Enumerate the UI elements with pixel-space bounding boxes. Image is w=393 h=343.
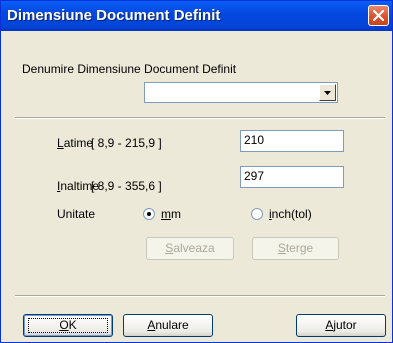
width-range: [ 8,9 - 215,9 ] — [91, 136, 162, 150]
height-input[interactable]: 297 — [240, 166, 344, 188]
close-button[interactable] — [368, 5, 389, 26]
window-title: Dimensiune Document Definit — [7, 7, 221, 24]
dialog-window: Dimensiune Document Definit Denumire Dim… — [0, 0, 393, 343]
save-button[interactable]: Salveaza — [146, 237, 234, 260]
width-label: Latime — [57, 136, 94, 150]
inch-label[interactable]: inch(tol) — [269, 207, 312, 221]
dialog-content: Denumire Dimensiune Document Definit Lat… — [1, 31, 392, 342]
close-icon — [373, 10, 384, 21]
inch-radio[interactable] — [251, 208, 263, 220]
name-combobox[interactable] — [144, 82, 338, 103]
mm-radio[interactable] — [143, 208, 155, 220]
mm-label[interactable]: mm — [161, 207, 181, 221]
bottom-separator — [15, 295, 385, 297]
unit-label: Unitate — [57, 207, 96, 221]
width-input[interactable]: 210 — [240, 130, 344, 152]
radio-selected-dot — [147, 212, 151, 216]
height-range: [ 8,9 - 355,6 ] — [91, 179, 162, 193]
help-button[interactable]: Ajutor — [296, 314, 386, 337]
title-bar[interactable]: Dimensiune Document Definit — [1, 1, 392, 31]
name-label: Denumire Dimensiune Document Definit — [22, 62, 237, 76]
focus-rectangle — [28, 318, 108, 333]
chevron-down-icon — [324, 91, 331, 95]
ok-button[interactable]: OK — [23, 314, 113, 337]
combobox-dropdown-button[interactable] — [319, 84, 336, 101]
top-separator — [15, 117, 385, 119]
cancel-button[interactable]: Anulare — [123, 314, 213, 337]
delete-button[interactable]: Sterge — [252, 237, 339, 260]
